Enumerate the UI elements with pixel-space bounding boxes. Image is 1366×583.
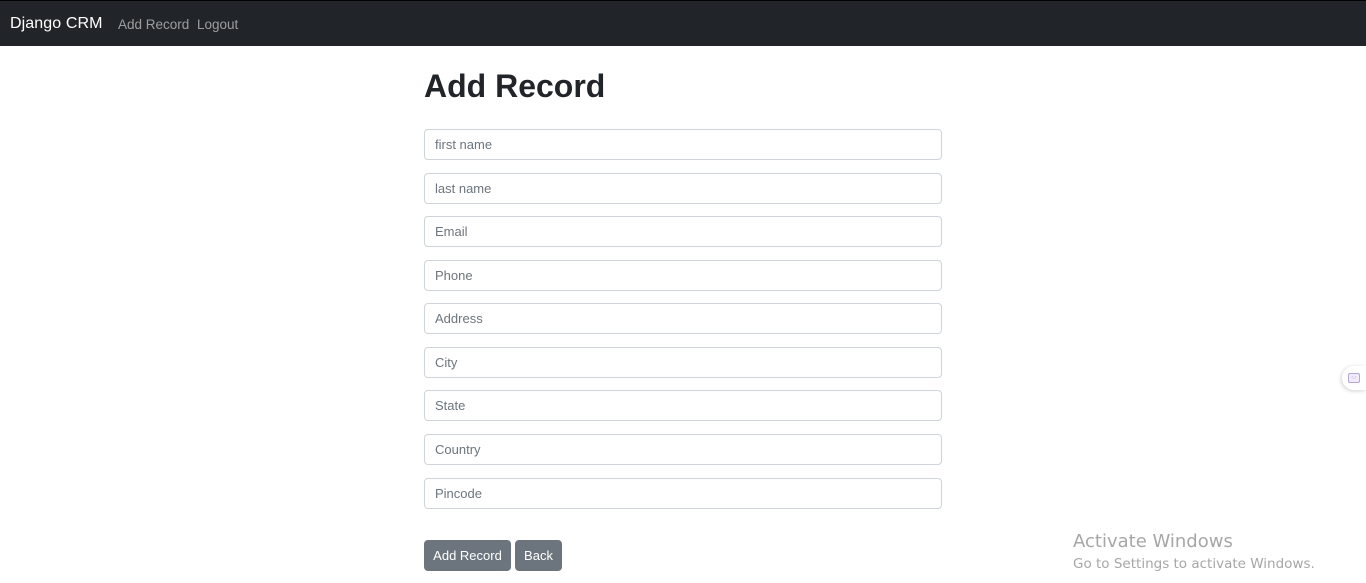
email-input[interactable] [424,216,942,247]
watermark-subtitle: Go to Settings to activate Windows. [1073,556,1315,572]
extension-icon: ⋅.⋅ [1348,373,1360,383]
address-input[interactable] [424,303,942,334]
add-record-button[interactable]: Add Record [424,540,511,571]
navbar: Django CRM Add Record Logout [0,0,1366,46]
back-button[interactable]: Back [515,540,562,571]
state-input[interactable] [424,390,942,421]
phone-input[interactable] [424,260,942,291]
nav-link-logout[interactable]: Logout [197,17,238,32]
browser-extension-side-tab[interactable]: ⋅.⋅ [1342,366,1366,390]
last-name-input[interactable] [424,173,942,204]
city-input[interactable] [424,347,942,378]
first-name-input[interactable] [424,129,942,160]
pincode-input[interactable] [424,478,942,509]
watermark-title: Activate Windows [1073,531,1233,552]
country-input[interactable] [424,434,942,465]
navbar-brand[interactable]: Django CRM [10,15,103,33]
page-title: Add Record [424,68,606,104]
nav-link-add-record[interactable]: Add Record [118,17,189,32]
activate-windows-watermark: Activate Windows Go to Settings to activ… [1073,531,1315,574]
